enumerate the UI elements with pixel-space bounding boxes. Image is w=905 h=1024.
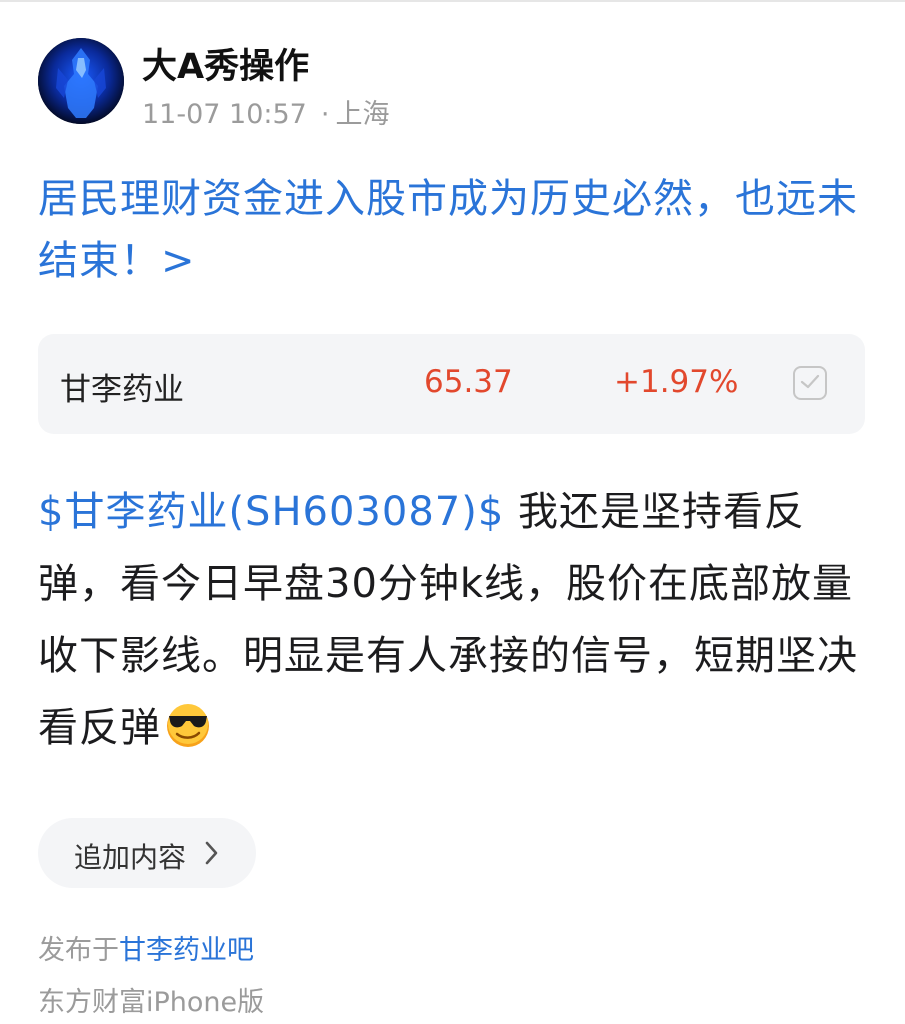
published-in: 发布于甘李药业吧 (38, 928, 254, 967)
add-watchlist-checkbox[interactable] (793, 366, 827, 400)
stock-change: +1.97% (614, 364, 739, 400)
separator-dot: · (320, 99, 330, 130)
stock-quote-card[interactable]: 甘李药业 65.37 +1.97% (38, 334, 865, 434)
avatar-image (38, 38, 124, 124)
stock-name: 甘李药业 (60, 372, 184, 408)
post-time: 11-07 10:57 (142, 99, 307, 130)
sunglasses-emoji-icon (163, 699, 213, 749)
forum-link[interactable]: 甘李药业吧 (119, 935, 254, 966)
append-content-button[interactable]: 追加内容 (38, 818, 256, 888)
post-header: 大A秀操作 11-07 10:57 · 上海 (38, 36, 868, 130)
author-name[interactable]: 大A秀操作 (142, 38, 309, 89)
top-divider (0, 0, 905, 2)
stock-tag-link[interactable]: $甘李药业(SH603087)$ (38, 489, 504, 535)
published-prefix: 发布于 (38, 935, 119, 966)
stock-price: 65.37 (424, 364, 513, 400)
avatar[interactable] (38, 38, 124, 124)
post-meta: 11-07 10:57 · 上海 (142, 92, 389, 131)
post-source: 东方财富iPhone版 (38, 987, 265, 1018)
check-icon (800, 374, 820, 389)
post-title-link[interactable]: 居民理财资金进入股市成为历史必然，也远未结束！> (38, 168, 873, 292)
append-content-label: 追加内容 (74, 841, 187, 874)
post-location: 上海 (335, 99, 390, 130)
post-body: $甘李药业(SH603087)$ 我还是坚持看反弹，看今日早盘30分钟k线，股价… (38, 476, 868, 764)
chevron-right-icon (205, 841, 218, 865)
